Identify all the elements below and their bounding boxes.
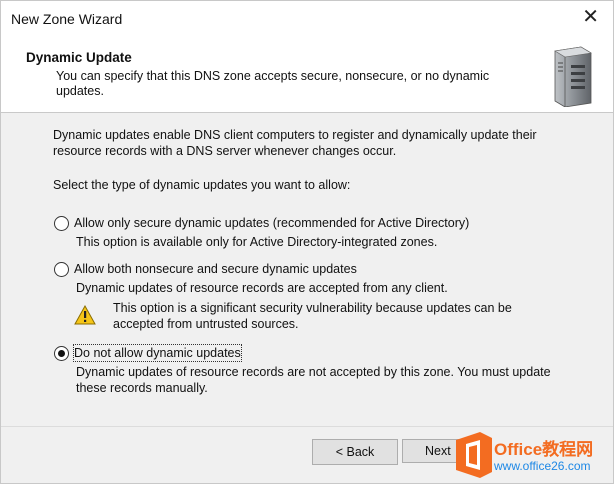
page-subtitle-line2: updates. <box>56 84 104 98</box>
page-subtitle-line1: You can specify that this DNS zone accep… <box>56 69 490 83</box>
option-nonsecure-and-secure-desc: Dynamic updates of resource records are … <box>76 281 448 295</box>
close-icon[interactable]: ✕ <box>582 7 599 27</box>
intro-line1: Dynamic updates enable DNS client comput… <box>53 128 537 142</box>
security-warning-line1: This option is a significant security vu… <box>113 301 512 315</box>
office26-watermark: Office教程网 www.office26.com <box>448 425 614 484</box>
intro-line2: resource records with a DNS server whene… <box>53 144 397 158</box>
title-bar: New Zone Wizard ✕ <box>1 1 613 37</box>
option-no-dynamic-updates-desc: Dynamic updates of resource records are … <box>76 364 551 396</box>
page-title: Dynamic Update <box>26 50 132 65</box>
option-secure-only-desc: This option is available only for Active… <box>76 235 438 249</box>
option-secure-only[interactable]: Allow only secure dynamic updates (recom… <box>54 215 469 231</box>
option-secure-only-label[interactable]: Allow only secure dynamic updates (recom… <box>74 215 469 231</box>
option-no-dynamic-updates-desc-line2: these records manually. <box>76 381 208 395</box>
office-logo-icon <box>456 432 492 478</box>
watermark-brand: Office教程网 <box>494 440 594 459</box>
security-warning-text: This option is a significant security vu… <box>113 300 553 332</box>
select-prompt: Select the type of dynamic updates you w… <box>53 178 351 192</box>
back-button[interactable]: < Back <box>312 439 398 465</box>
option-no-dynamic-updates[interactable]: Do not allow dynamic updates <box>54 344 242 362</box>
radio-secure-only[interactable] <box>54 216 69 231</box>
security-warning-line2: accepted from untrusted sources. <box>113 317 299 331</box>
warning-icon <box>74 305 96 325</box>
radio-no-dynamic-updates[interactable] <box>54 346 69 361</box>
page-subtitle: You can specify that this DNS zone accep… <box>56 69 526 99</box>
server-icon <box>554 46 592 107</box>
window-title: New Zone Wizard <box>11 11 123 27</box>
option-no-dynamic-updates-desc-line1: Dynamic updates of resource records are … <box>76 365 551 379</box>
option-nonsecure-and-secure-label[interactable]: Allow both nonsecure and secure dynamic … <box>74 261 357 277</box>
option-no-dynamic-updates-label[interactable]: Do not allow dynamic updates <box>73 344 242 362</box>
radio-nonsecure-and-secure[interactable] <box>54 262 69 277</box>
watermark-url: www.office26.com <box>494 459 591 473</box>
intro-text: Dynamic updates enable DNS client comput… <box>53 127 537 159</box>
option-nonsecure-and-secure[interactable]: Allow both nonsecure and secure dynamic … <box>54 261 357 277</box>
wizard-header: Dynamic Update You can specify that this… <box>1 37 613 113</box>
wizard-window: New Zone Wizard ✕ Dynamic Update You can… <box>0 0 614 484</box>
